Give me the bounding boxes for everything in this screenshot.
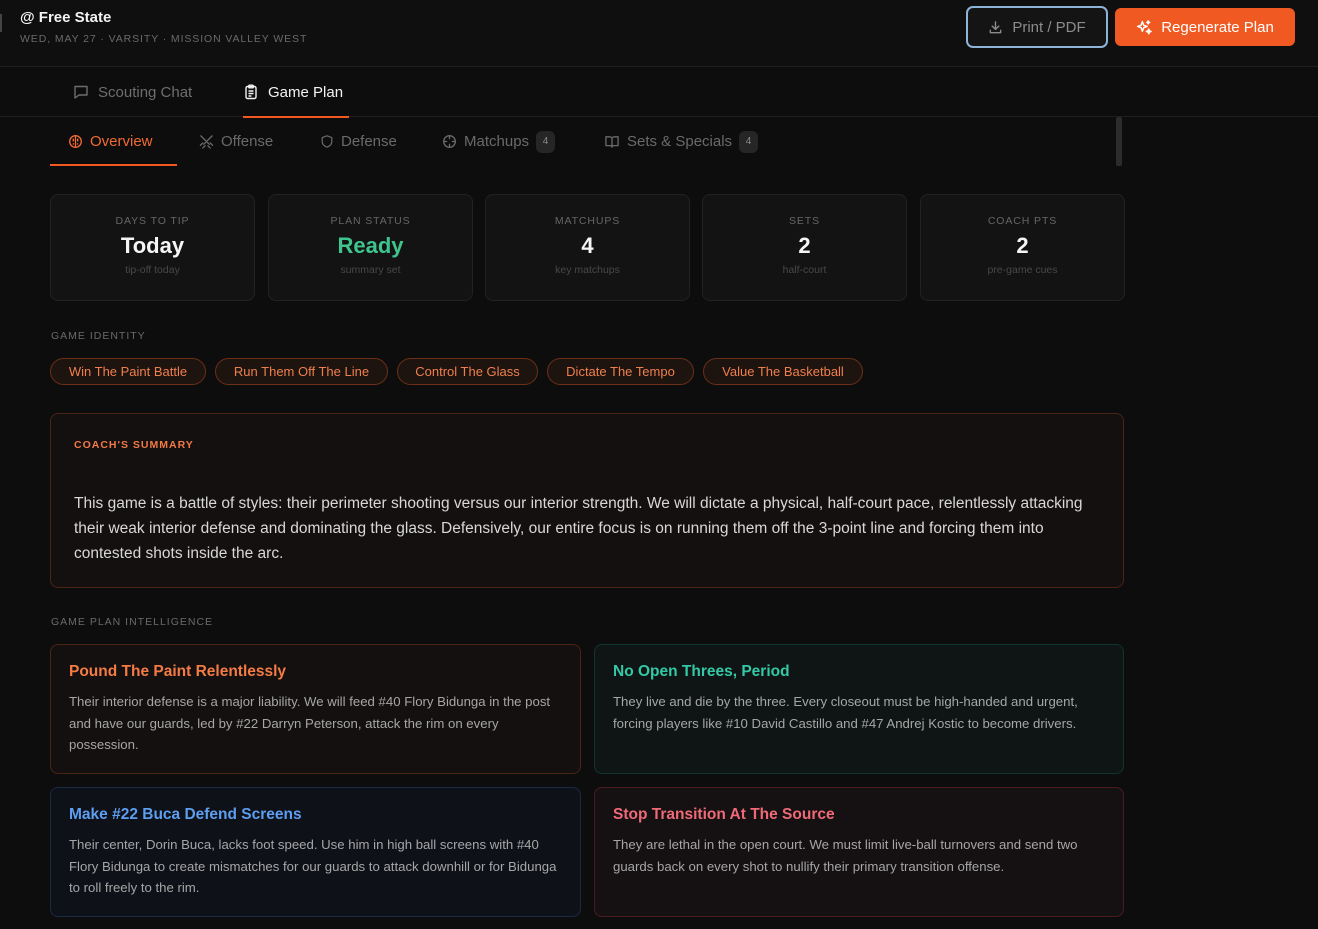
chat-icon <box>73 84 89 100</box>
subtab-defense[interactable]: Defense <box>320 117 397 166</box>
clipboard-icon <box>243 84 259 100</box>
stat-sub: summary set <box>340 264 401 276</box>
intel-card: Stop Transition At The Source They are l… <box>594 787 1124 917</box>
tab-game-plan[interactable]: Game Plan <box>243 67 349 118</box>
stat-card-sets: SETS 2 half-court <box>702 194 907 301</box>
brain-icon <box>68 134 83 149</box>
subtab-label: Sets & Specials <box>627 133 733 150</box>
subtab-label: Overview <box>90 133 153 150</box>
tab-label: Scouting Chat <box>98 83 193 101</box>
stat-sub: tip-off today <box>125 264 180 276</box>
intel-card-body: They are lethal in the open court. We mu… <box>613 837 1078 874</box>
stat-value: Today <box>120 233 185 258</box>
stat-label: DAYS TO TIP <box>115 215 190 227</box>
subtab-label: Offense <box>221 133 274 150</box>
intelligence-heading: GAME PLAN INTELLIGENCE <box>51 616 214 628</box>
shield-icon <box>320 134 334 149</box>
stat-value: 4 <box>581 233 594 258</box>
tab-scouting-chat[interactable]: Scouting Chat <box>73 67 192 117</box>
identity-chip[interactable]: Run Them Off The Line <box>215 358 388 385</box>
regenerate-plan-button[interactable]: Regenerate Plan <box>1115 8 1295 46</box>
swords-icon <box>199 134 214 149</box>
intel-card: No Open Threes, Period They live and die… <box>594 644 1124 774</box>
print-pdf-label: Print / PDF <box>1012 18 1086 36</box>
coach-summary-card: COACH'S SUMMARY This game is a battle of… <box>50 413 1124 588</box>
intel-card: Make #22 Buca Defend Screens Their cente… <box>50 787 581 917</box>
print-pdf-button[interactable]: Print / PDF <box>966 6 1108 48</box>
regenerate-plan-label: Regenerate Plan <box>1161 18 1274 36</box>
matchups-count-badge: 4 <box>536 130 556 153</box>
subtab-matchups[interactable]: Matchups 4 <box>442 117 556 166</box>
intel-card-title: No Open Threes, Period <box>613 663 790 680</box>
intel-card-body: They live and die by the three. Every cl… <box>613 694 1078 731</box>
subtab-sets-specials[interactable]: Sets & Specials 4 <box>604 117 759 166</box>
download-icon <box>988 20 1003 35</box>
intel-card-body: Their interior defense is a major liabil… <box>69 694 551 752</box>
subtab-label: Matchups <box>464 133 530 150</box>
stat-sub: pre-game cues <box>987 264 1058 276</box>
stat-value: 2 <box>1016 233 1029 258</box>
stat-card-matchups: MATCHUPS 4 key matchups <box>485 194 690 301</box>
summary-text: This game is a battle of styles: their p… <box>74 495 1083 562</box>
subtabs-scrollbar[interactable] <box>1116 117 1122 166</box>
game-meta: WED, MAY 27 · VARSITY · MISSION VALLEY W… <box>20 33 308 45</box>
crosshair-icon <box>442 134 457 149</box>
sparkles-icon <box>1136 19 1153 36</box>
intel-card-title: Make #22 Buca Defend Screens <box>69 806 302 823</box>
intel-card-title: Stop Transition At The Source <box>613 806 835 823</box>
game-plan-subtabs: Overview Offense Defense Matchups 4 Sets… <box>50 117 1124 166</box>
stat-value: Ready <box>337 233 404 258</box>
intel-card: Pound The Paint Relentlessly Their inter… <box>50 644 581 774</box>
main-tabs: Scouting Chat Game Plan <box>0 67 1318 118</box>
identity-chip[interactable]: Win The Paint Battle <box>50 358 206 385</box>
identity-chip[interactable]: Value The Basketball <box>703 358 863 385</box>
intel-card-title: Pound The Paint Relentlessly <box>69 663 287 680</box>
page-title: @ Free State <box>20 9 112 26</box>
stat-label: COACH PTS <box>987 215 1058 227</box>
subtab-overview[interactable]: Overview <box>50 117 177 166</box>
book-icon <box>604 134 620 149</box>
intel-card-body: Their center, Dorin Buca, lacks foot spe… <box>69 837 557 895</box>
identity-chip[interactable]: Dictate The Tempo <box>547 358 694 385</box>
page-header: @ Free State WED, MAY 27 · VARSITY · MIS… <box>0 0 1318 67</box>
stat-label: MATCHUPS <box>554 215 621 227</box>
game-identity-heading: GAME IDENTITY <box>51 330 146 342</box>
subtab-label: Defense <box>341 133 397 150</box>
subtab-offense[interactable]: Offense <box>199 117 273 166</box>
stat-label: SETS <box>788 215 821 227</box>
summary-heading: COACH'S SUMMARY <box>74 439 194 451</box>
stat-card-plan-status: PLAN STATUS Ready summary set <box>268 194 473 301</box>
sets-count-badge: 4 <box>739 130 759 153</box>
stat-sub: half-court <box>782 264 827 276</box>
tab-label: Game Plan <box>268 83 344 101</box>
stat-label: PLAN STATUS <box>330 215 411 227</box>
header-rule <box>0 14 2 32</box>
identity-chip[interactable]: Control The Glass <box>397 358 538 385</box>
stat-card-coach-pts: COACH PTS 2 pre-game cues <box>920 194 1125 301</box>
stat-sub: key matchups <box>555 264 620 276</box>
stat-value: 2 <box>798 233 811 258</box>
stat-card-days-to-tip: DAYS TO TIP Today tip-off today <box>50 194 255 301</box>
